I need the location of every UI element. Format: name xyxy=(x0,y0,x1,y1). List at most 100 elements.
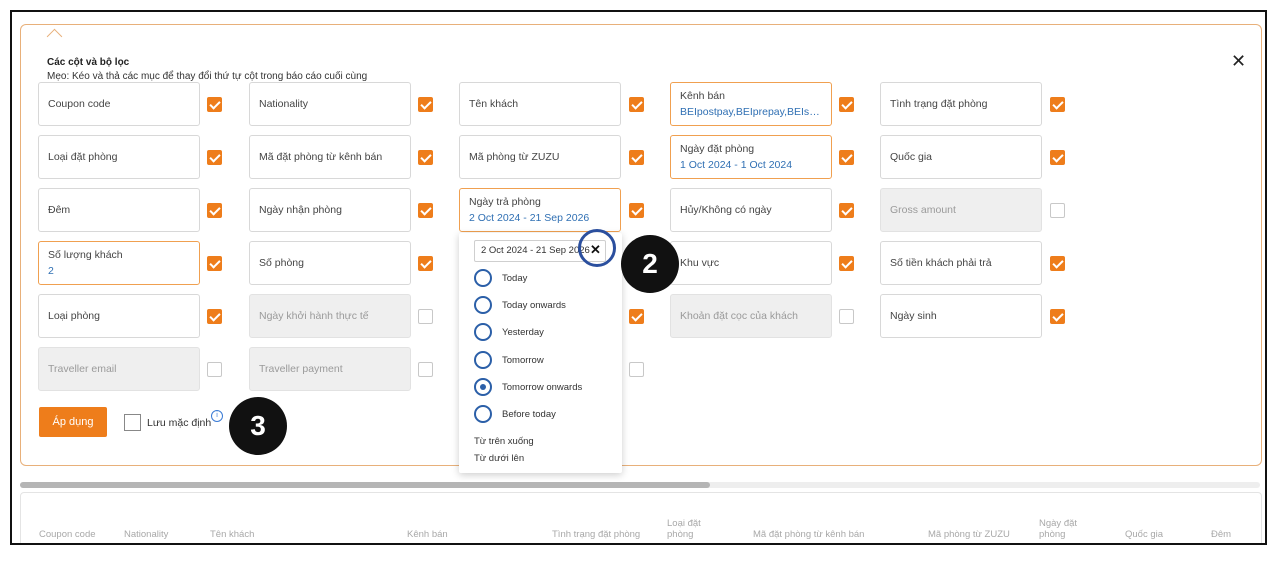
checkbox-actual-departure[interactable] xyxy=(418,309,433,324)
field-label: Ngày nhận phòng xyxy=(259,204,342,216)
save-default-label: Lưu mặc định xyxy=(147,417,212,429)
checkbox-country[interactable] xyxy=(1050,150,1065,165)
field-booking-status[interactable]: Tình trạng đặt phòng xyxy=(880,82,1042,126)
field-traveller-payment[interactable]: Traveller payment xyxy=(249,347,411,391)
field-guest-deposit[interactable]: Khoản đặt cọc của khách xyxy=(670,294,832,338)
save-default-checkbox[interactable] xyxy=(124,414,141,431)
field-date-of-birth[interactable]: Ngày sinh xyxy=(880,294,1042,338)
checkbox-amount-due[interactable] xyxy=(1050,256,1065,271)
field-label: Số phòng xyxy=(259,257,304,269)
option-label: Today onwards xyxy=(502,300,566,311)
checkbox-room-type[interactable] xyxy=(207,309,222,324)
sort-descending-option[interactable]: Từ trên xuống xyxy=(474,436,534,447)
radio-tomorrow-onwards[interactable] xyxy=(474,378,492,396)
radio-before-today[interactable] xyxy=(474,405,492,423)
panel-tip: Mẹo: Kéo và thả các mục để thay đổi thứ … xyxy=(47,71,368,82)
field-zuzu-room-id[interactable]: Mã phòng từ ZUZU xyxy=(459,135,621,179)
column-header[interactable]: Loại đặt phòng xyxy=(667,518,717,540)
field-label: Hủy/Không có ngày xyxy=(680,204,772,216)
checkbox-check-in-date[interactable] xyxy=(418,203,433,218)
checkbox-guest-count[interactable] xyxy=(207,256,222,271)
field-filter-value: 1 Oct 2024 - 1 Oct 2024 xyxy=(680,159,793,171)
field-guest-name[interactable]: Tên khách xyxy=(459,82,621,126)
field-area[interactable]: Khu vực xyxy=(670,241,832,285)
apply-button[interactable]: Áp dụng xyxy=(39,407,107,437)
column-header[interactable]: Nationality xyxy=(124,529,168,540)
field-cancel-no-date[interactable]: Hủy/Không có ngày xyxy=(670,188,832,232)
field-booking-date[interactable]: Ngày đặt phòng 1 Oct 2024 - 1 Oct 2024 xyxy=(670,135,832,179)
radio-yesterday[interactable] xyxy=(474,323,492,341)
column-header[interactable]: Đêm xyxy=(1211,529,1231,540)
checkbox-check-out-date[interactable] xyxy=(629,203,644,218)
field-nights[interactable]: Đêm xyxy=(38,188,200,232)
option-label: Before today xyxy=(502,409,556,420)
field-check-out-date[interactable]: Ngày trả phòng 2 Oct 2024 - 21 Sep 2026 xyxy=(459,188,621,232)
column-header[interactable]: Tình trạng đặt phòng xyxy=(552,529,640,540)
checkbox-date-of-birth[interactable] xyxy=(1050,309,1065,324)
radio-today[interactable] xyxy=(474,269,492,287)
checkbox-cancel-no-date[interactable] xyxy=(839,203,854,218)
column-header[interactable]: Mã phòng từ ZUZU xyxy=(928,529,1010,540)
checkbox-zuzu-room-id[interactable] xyxy=(629,150,644,165)
field-label: Đêm xyxy=(48,204,71,216)
field-guest-count[interactable]: Số lượng khách 2 xyxy=(38,241,200,285)
column-header[interactable]: Kênh bán xyxy=(407,529,448,540)
field-gross-amount[interactable]: Gross amount xyxy=(880,188,1042,232)
checkbox-traveller-payment[interactable] xyxy=(418,362,433,377)
checkbox-room-count[interactable] xyxy=(418,256,433,271)
field-label: Traveller email xyxy=(48,363,117,375)
option-label: Tomorrow onwards xyxy=(502,382,583,393)
field-label: Coupon code xyxy=(48,98,111,110)
field-traveller-email[interactable]: Traveller email xyxy=(38,347,200,391)
field-label: Traveller payment xyxy=(259,363,343,375)
field-label: Khoản đặt cọc của khách xyxy=(680,310,798,322)
field-channel-booking-id[interactable]: Mã đặt phòng từ kênh bán xyxy=(249,135,411,179)
checkbox-sales-channel[interactable] xyxy=(839,97,854,112)
field-country[interactable]: Quốc gia xyxy=(880,135,1042,179)
column-header[interactable]: Coupon code xyxy=(39,529,96,540)
field-amount-due[interactable]: Số tiền khách phải trả xyxy=(880,241,1042,285)
field-label: Gross amount xyxy=(890,204,956,216)
checkbox-hidden-row5[interactable] xyxy=(629,309,644,324)
column-header[interactable]: Quốc gia xyxy=(1125,529,1163,540)
field-nationality[interactable]: Nationality xyxy=(249,82,411,126)
checkbox-booking-status[interactable] xyxy=(1050,97,1065,112)
field-check-in-date[interactable]: Ngày nhận phòng xyxy=(249,188,411,232)
checkbox-booking-date[interactable] xyxy=(839,150,854,165)
field-label: Nationality xyxy=(259,98,309,110)
field-label: Số tiền khách phải trả xyxy=(890,257,992,269)
checkbox-nationality[interactable] xyxy=(418,97,433,112)
checkbox-coupon-code[interactable] xyxy=(207,97,222,112)
info-icon[interactable]: i xyxy=(211,410,223,422)
checkbox-booking-type[interactable] xyxy=(207,150,222,165)
field-actual-departure[interactable]: Ngày khởi hành thực tế xyxy=(249,294,411,338)
column-header[interactable]: Tên khách xyxy=(210,529,254,540)
field-room-count[interactable]: Số phòng xyxy=(249,241,411,285)
checkbox-area[interactable] xyxy=(839,256,854,271)
checkbox-channel-booking-id[interactable] xyxy=(418,150,433,165)
field-label: Kênh bán xyxy=(680,90,725,102)
field-filter-value: 2 xyxy=(48,265,54,277)
field-room-type[interactable]: Loại phòng xyxy=(38,294,200,338)
checkbox-traveller-email[interactable] xyxy=(207,362,222,377)
field-label: Mã đặt phòng từ kênh bán xyxy=(259,151,383,163)
checkbox-hidden-row6[interactable] xyxy=(629,362,644,377)
radio-tomorrow[interactable] xyxy=(474,351,492,369)
column-header[interactable]: Mã đặt phòng từ kênh bán xyxy=(753,529,864,540)
radio-today-onwards[interactable] xyxy=(474,296,492,314)
field-label: Khu vực xyxy=(680,257,720,269)
field-sales-channel[interactable]: Kênh bán BEIpostpay,BEIprepay,BEIsc… xyxy=(670,82,832,126)
field-label: Ngày sinh xyxy=(890,310,937,322)
horizontal-scrollbar-thumb[interactable] xyxy=(20,482,710,488)
checkbox-guest-deposit[interactable] xyxy=(839,309,854,324)
checkbox-nights[interactable] xyxy=(207,203,222,218)
field-booking-type[interactable]: Loại đặt phòng xyxy=(38,135,200,179)
column-header[interactable]: Ngày đặt phòng xyxy=(1039,518,1087,540)
close-icon[interactable]: ✕ xyxy=(1231,51,1246,71)
field-coupon-code[interactable]: Coupon code xyxy=(38,82,200,126)
option-label: Today xyxy=(502,273,528,284)
checkbox-guest-name[interactable] xyxy=(629,97,644,112)
sort-ascending-option[interactable]: Từ dưới lên xyxy=(474,453,524,464)
panel-pointer xyxy=(46,28,63,45)
checkbox-gross-amount[interactable] xyxy=(1050,203,1065,218)
